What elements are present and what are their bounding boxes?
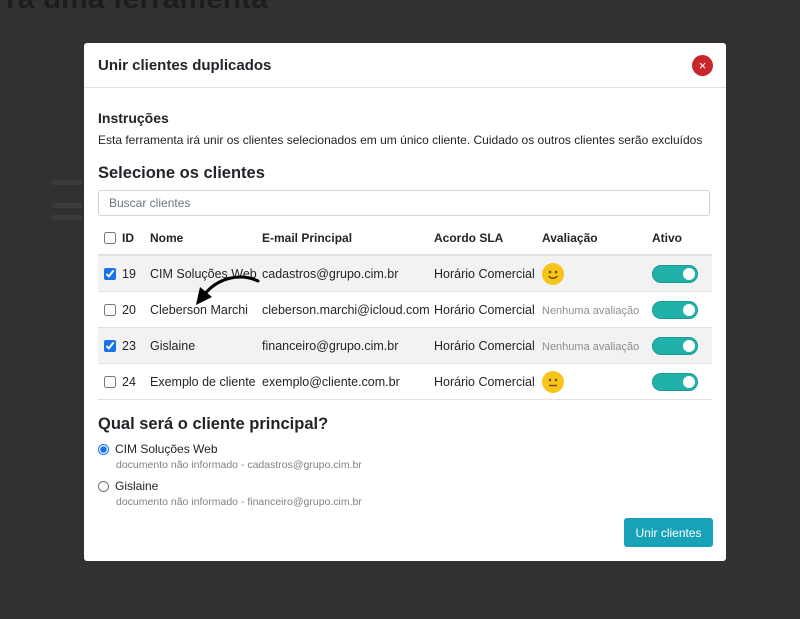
cell-rating (542, 363, 652, 400)
row-select-checkbox[interactable] (104, 376, 116, 389)
cell-sla: Horário Comercial (434, 255, 542, 292)
cell-email: cadastros@grupo.cim.br (262, 255, 434, 292)
principal-option-gislaine[interactable]: Gislaine (98, 479, 158, 493)
cell-id: 20 (122, 291, 150, 328)
principal-option-detail: documento não informado - financeiro@gru… (116, 496, 362, 508)
active-toggle[interactable] (652, 264, 698, 283)
active-toggle[interactable] (652, 300, 698, 319)
merge-clients-modal: Unir clientes duplicados × Instruções Es… (84, 43, 726, 561)
toggle-knob (683, 267, 695, 280)
row-select-checkbox[interactable] (104, 268, 116, 281)
background-text-ghost (52, 215, 82, 220)
table-row: 20 Cleberson Marchi cleberson.marchi@iclou… (98, 291, 712, 328)
clients-table: ID Nome E-mail Principal Acordo SLA Aval… (98, 221, 712, 400)
cell-rating (542, 255, 652, 292)
header-name: Nome (150, 221, 262, 256)
cell-email: exemplo@cliente.com.br (262, 363, 434, 400)
modal-title: Unir clientes duplicados (98, 57, 272, 74)
select-clients-title: Selecione os clientes (98, 164, 265, 182)
background-text-ghost (52, 180, 82, 185)
row-select-checkbox[interactable] (104, 340, 116, 353)
principal-option-label: Gislaine (115, 479, 159, 493)
principal-radio-gislaine[interactable] (98, 481, 109, 493)
merge-clients-button[interactable]: Unir clientes (624, 518, 713, 547)
happy-face-icon (542, 262, 564, 285)
cell-name: Exemplo de cliente (150, 363, 262, 400)
cell-sla: Horário Comercial (434, 363, 542, 400)
principal-option-detail: documento não informado - cadastros@grup… (116, 459, 362, 471)
modal-header: Unir clientes duplicados × (84, 43, 726, 88)
principal-client-title: Qual será o cliente principal? (98, 415, 329, 433)
header-sla: Acordo SLA (434, 221, 542, 256)
rating-text: Nenhuma avaliação (542, 340, 640, 353)
background-text-ghost (52, 203, 82, 208)
cell-active (652, 291, 712, 328)
cell-active (652, 363, 712, 400)
cell-sla: Horário Comercial (434, 327, 542, 364)
header-active: Ativo (652, 221, 712, 256)
cell-rating: Nenhuma avaliação (542, 291, 652, 328)
toggle-knob (683, 339, 695, 352)
search-input[interactable] (98, 190, 710, 216)
cell-id: 24 (122, 363, 150, 400)
cell-active (652, 327, 712, 364)
table-row: 23 Gislaine financeiro@grupo.cim.br Horário… (98, 327, 712, 364)
header-email: E-mail Principal (262, 221, 434, 256)
cell-rating: Nenhuma avaliação (542, 327, 652, 364)
rating-text: Nenhuma avaliação (542, 304, 640, 317)
active-toggle[interactable] (652, 336, 698, 355)
cell-id: 19 (122, 255, 150, 292)
toggle-knob (683, 303, 695, 316)
cell-id: 23 (122, 327, 150, 364)
row-select-checkbox[interactable] (104, 304, 116, 317)
principal-option-cim[interactable]: CIM Soluções Web (98, 442, 218, 456)
cell-active (652, 255, 712, 292)
table-row: 24 Exemplo de cliente exemplo@cliente.com.… (98, 363, 712, 400)
cell-email: cleberson.marchi@icloud.com (262, 291, 434, 328)
cell-sla: Horário Comercial (434, 291, 542, 328)
cell-email: financeiro@grupo.cim.br (262, 327, 434, 364)
table-header-row: ID Nome E-mail Principal Acordo SLA Aval… (98, 221, 712, 256)
header-id: ID (122, 221, 150, 256)
active-toggle[interactable] (652, 372, 698, 391)
header-rating: Avaliação (542, 221, 652, 256)
background-page-title: ra uma ferramenta (6, 0, 268, 16)
select-all-checkbox[interactable] (104, 232, 116, 245)
instructions-text: Esta ferramenta irá unir os clientes sel… (98, 133, 703, 147)
close-icon[interactable]: × (692, 55, 713, 76)
toggle-knob (683, 375, 695, 388)
instructions-title: Instruções (98, 110, 169, 126)
cell-name: Gislaine (150, 327, 262, 364)
annotation-arrow-icon (196, 275, 260, 305)
table-row: 19 CIM Soluções Web cadastros@grupo.cim.br… (98, 255, 712, 292)
principal-option-label: CIM Soluções Web (115, 442, 218, 456)
neutral-face-icon (542, 370, 564, 393)
principal-radio-cim[interactable] (98, 444, 109, 456)
